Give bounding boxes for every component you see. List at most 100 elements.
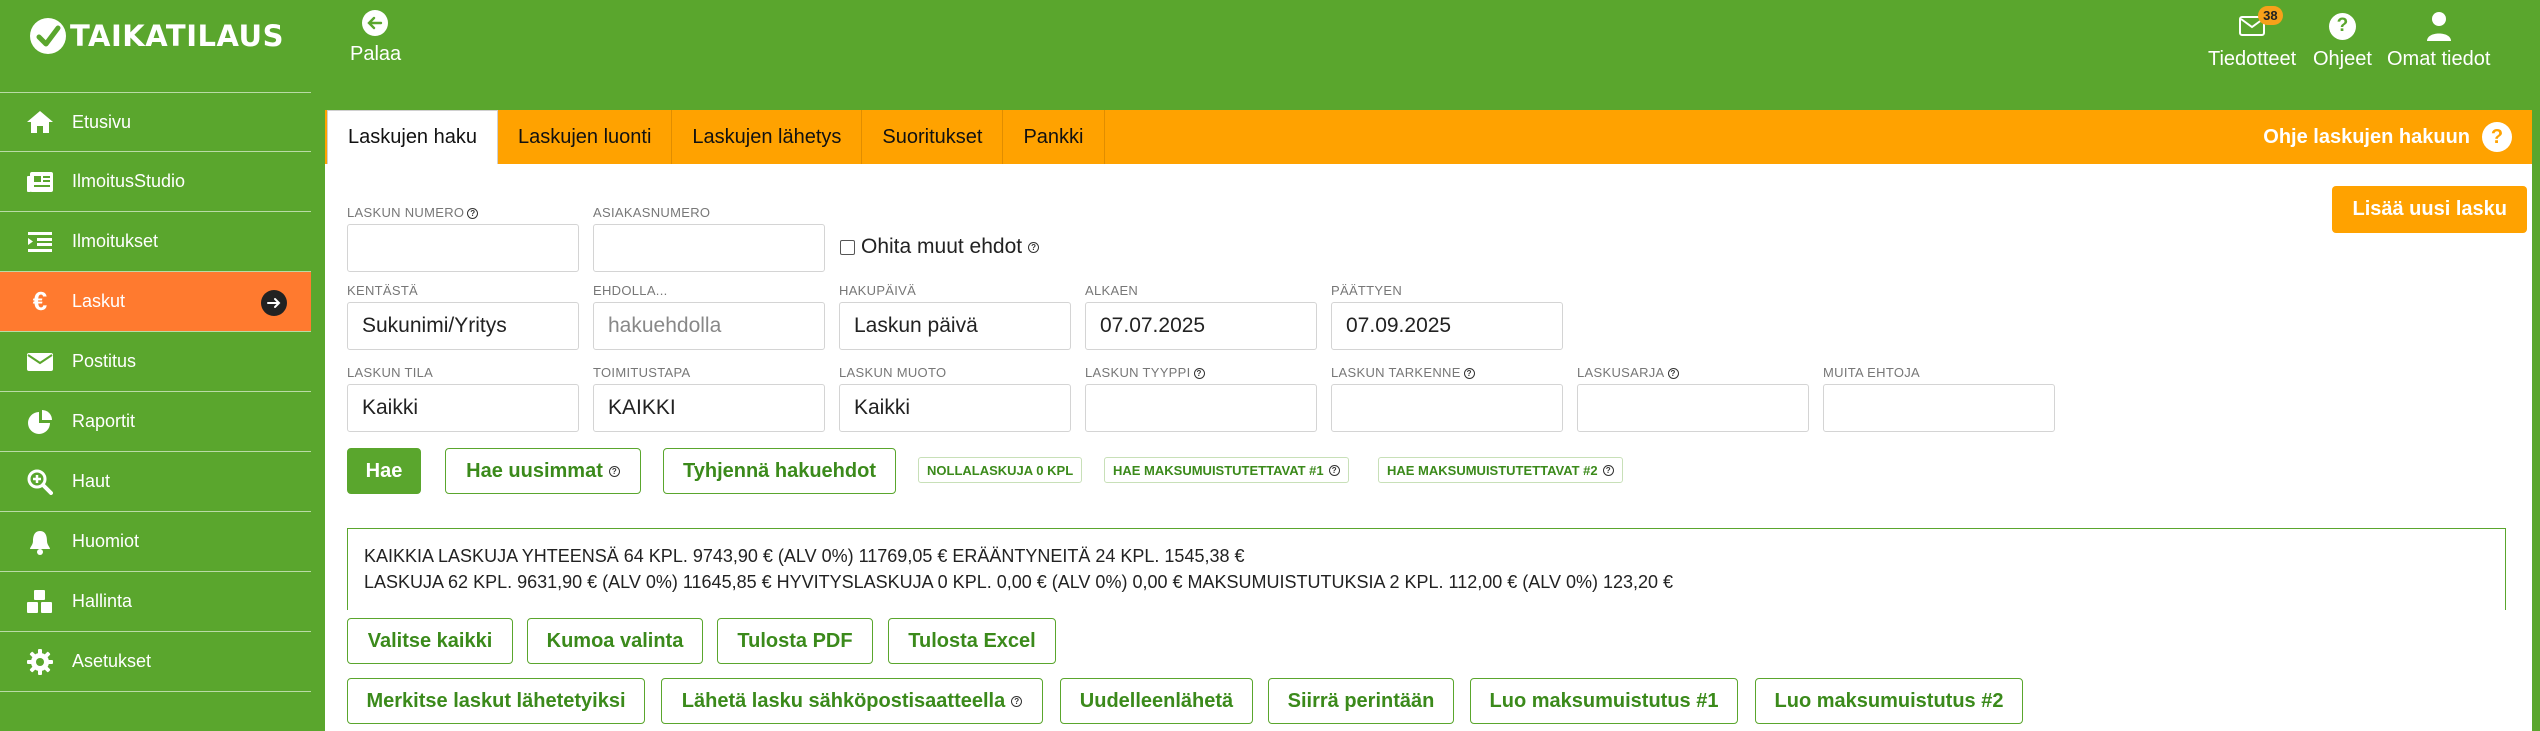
field-label: KENTÄSTÄ [347, 283, 419, 298]
sidebar-item-label: IlmoitusStudio [72, 171, 186, 191]
question-icon[interactable]: ? [1463, 368, 1475, 380]
field-label: MUITA EHTOJA [1823, 365, 1921, 380]
search-button[interactable]: Hae [347, 448, 421, 494]
reminder-2-chip[interactable]: HAE MAKSUMUISTUTETTAVAT #2? [1378, 457, 1623, 483]
notification-count-badge: 38 [2258, 6, 2283, 25]
sidebar-item-etusivu[interactable]: Etusivu [0, 92, 311, 152]
summary-line-breakdown: LASKUJA 62 KPL. 9631,90 € (ALV 0%) 11645… [364, 572, 1674, 592]
tab-pankki[interactable]: Pankki [1003, 110, 1105, 164]
resend-button[interactable]: Uudelleenlähetä [1060, 678, 1253, 724]
logo[interactable]: TAIKATILAUS [30, 18, 284, 54]
customer-number-input[interactable] [593, 224, 825, 272]
question-icon[interactable]: ? [467, 208, 479, 220]
sidebar-item-label: Ilmoitukset [72, 231, 159, 251]
create-reminder-2-button[interactable]: Luo maksumuistutus #2 [1755, 678, 2023, 724]
invoice-series-select[interactable] [1577, 384, 1809, 432]
cubes-icon [20, 589, 60, 615]
summary-line-totals: KAIKKIA LASKUJA YHTEENSÄ 64 KPL. 9743,90… [364, 546, 1245, 566]
search-help-link[interactable]: Ohje laskujen hakuun ? [2263, 110, 2512, 164]
field-from-select[interactable]: Sukunimi/Yritys [347, 302, 579, 350]
search-date-field: HAKUPÄIVÄ Laskun päivä [839, 283, 1071, 350]
condition-input[interactable]: hakuehdolla [593, 302, 825, 350]
select-all-button[interactable]: Valitse kaikki [347, 618, 513, 664]
sidebar-item-postitus[interactable]: Postitus [0, 332, 311, 392]
zero-invoices-chip[interactable]: NOLLALASKUJA 0 KPL [918, 457, 1083, 483]
send-email-button[interactable]: Lähetä lasku sähköpostisaatteella? [661, 678, 1043, 724]
create-reminder-1-button[interactable]: Luo maksumuistutus #1 [1470, 678, 1738, 724]
other-conditions-field: MUITA EHTOJA [1823, 365, 2055, 432]
invoice-specifier-select[interactable] [1331, 384, 1563, 432]
invoice-number-input[interactable] [347, 224, 579, 272]
send-email-label: Lähetä lasku sähköpostisaatteella [681, 689, 1006, 712]
delivery-method-select[interactable]: KAIKKI [593, 384, 825, 432]
arrow-right-icon [261, 290, 287, 316]
help-button[interactable]: ? Ohjeet [2313, 10, 2372, 71]
field-from-field: KENTÄSTÄ Sukunimi/Yritys [347, 283, 579, 350]
field-label: ALKAEN [1085, 283, 1139, 298]
newspaper-icon [20, 171, 60, 193]
sidebar-item-asetukset[interactable]: Asetukset [0, 632, 311, 692]
sidebar-item-laskut[interactable]: € Laskut [0, 272, 311, 332]
start-date-input[interactable]: 07.07.2025 [1085, 302, 1317, 350]
question-icon[interactable]: ? [1193, 368, 1205, 380]
search-date-select[interactable]: Laskun päivä [839, 302, 1071, 350]
user-icon [2426, 12, 2451, 41]
sidebar-item-hallinta[interactable]: Hallinta [0, 572, 311, 632]
invoice-status-field: LASKUN TILA Kaikki [347, 365, 579, 432]
print-excel-button[interactable]: Tulosta Excel [888, 618, 1056, 664]
sidebar-item-ilmoitusstudio[interactable]: IlmoitusStudio [0, 152, 311, 212]
logo-icon [30, 18, 66, 54]
sidebar-item-raportit[interactable]: Raportit [0, 392, 311, 452]
deselect-button[interactable]: Kumoa valinta [527, 618, 703, 664]
reminder-1-chip[interactable]: HAE MAKSUMUISTUTETTAVAT #1? [1104, 457, 1349, 483]
notifications-label: Tiedotteet [2208, 48, 2297, 70]
euro-icon: € [32, 286, 48, 316]
search-help-label: Ohje laskujen hakuun [2263, 125, 2470, 148]
field-label: LASKUN NUMERO [347, 205, 465, 220]
field-label: LASKUSARJA [1577, 365, 1665, 380]
question-icon[interactable]: ? [1667, 368, 1679, 380]
question-icon: ? [2482, 122, 2512, 152]
tab-laskujen-luonti[interactable]: Laskujen luonti [498, 110, 673, 164]
other-conditions-select[interactable] [1823, 384, 2055, 432]
checkbox[interactable] [840, 239, 855, 255]
sidebar-item-label: Laskut [72, 291, 126, 311]
profile-button[interactable]: Omat tiedot [2387, 10, 2490, 71]
notifications-button[interactable]: 38 Tiedotteet [2208, 6, 2297, 71]
tab-laskujen-haku[interactable]: Laskujen haku [327, 110, 498, 164]
sidebar-item-huomiot[interactable]: Huomiot [0, 512, 311, 572]
tab-suoritukset[interactable]: Suoritukset [862, 110, 1004, 164]
question-icon[interactable]: ? [1028, 241, 1040, 253]
end-date-input[interactable]: 07.09.2025 [1331, 302, 1563, 350]
search-latest-button[interactable]: Hae uusimmat? [445, 448, 641, 494]
sidebar-item-label: Haut [72, 471, 111, 491]
add-invoice-button[interactable]: Lisää uusi lasku [2332, 186, 2527, 233]
arrow-left-icon [362, 10, 388, 36]
print-pdf-button[interactable]: Tulosta PDF [717, 618, 873, 664]
sidebar-item-ilmoitukset[interactable]: Ilmoitukset [0, 212, 311, 272]
home-icon [20, 110, 60, 134]
invoice-type-select[interactable] [1085, 384, 1317, 432]
delivery-method-field: TOIMITUSTAPA KAIKKI [593, 365, 825, 432]
mark-sent-button[interactable]: Merkitse laskut lähetetyiksi [347, 678, 645, 724]
field-label: LASKUN MUOTO [839, 365, 947, 380]
customer-number-field: ASIAKASNUMERO [593, 205, 825, 272]
bell-icon [20, 529, 60, 555]
skip-conditions-checkbox[interactable]: Ohita muut ehdot ? [840, 235, 1040, 259]
sidebar-item-haut[interactable]: Haut [0, 452, 311, 512]
tab-laskujen-lahetys[interactable]: Laskujen lähetys [672, 110, 863, 164]
field-label: EHDOLLA... [593, 283, 668, 298]
sidebar: Etusivu IlmoitusStudio Ilmoitukset € Las… [0, 92, 311, 731]
transfer-collection-button[interactable]: Siirrä perintään [1268, 678, 1454, 724]
invoice-specifier-field: LASKUN TARKENNE? [1331, 365, 1563, 432]
sidebar-item-label: Raportit [72, 411, 136, 431]
invoice-form-select[interactable]: Kaikki [839, 384, 1071, 432]
clear-search-button[interactable]: Tyhjennä hakuehdot [663, 448, 896, 494]
field-label: ASIAKASNUMERO [593, 205, 711, 220]
question-icon: ? [1011, 695, 1023, 707]
back-button[interactable]: Palaa [350, 10, 401, 66]
sidebar-item-label: Huomiot [72, 531, 140, 551]
invoice-status-select[interactable]: Kaikki [347, 384, 579, 432]
start-date-field: ALKAEN 07.07.2025 [1085, 283, 1317, 350]
search-latest-label: Hae uusimmat [466, 459, 603, 482]
